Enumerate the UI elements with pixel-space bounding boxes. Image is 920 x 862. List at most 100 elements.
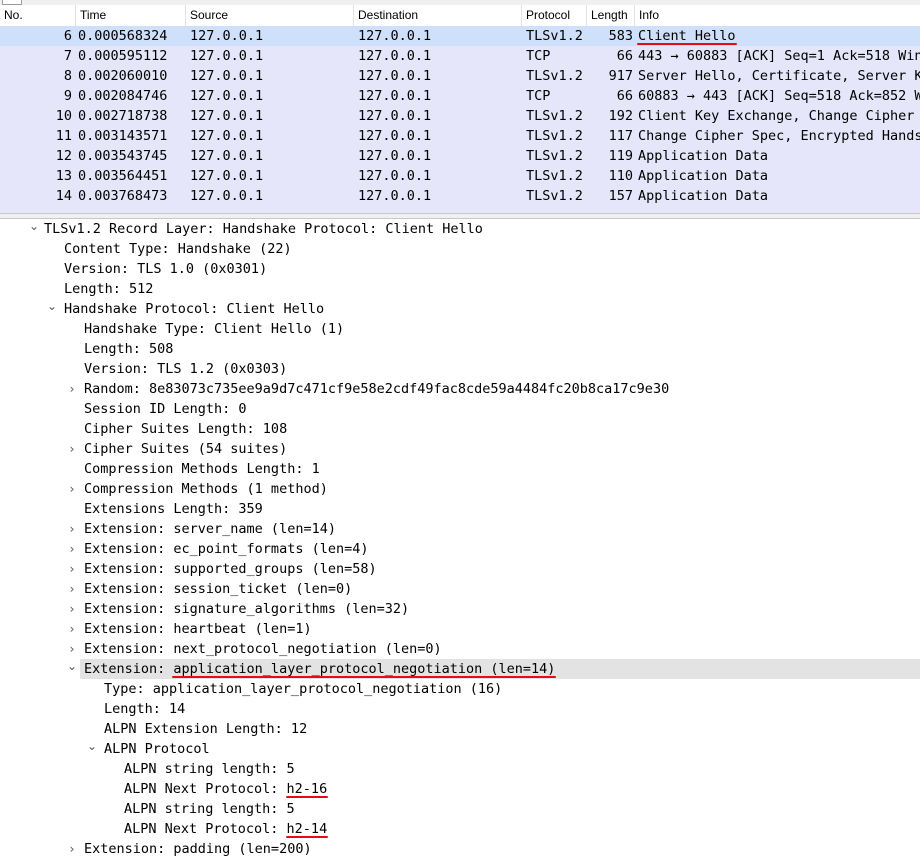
column-header-source[interactable]: Source: [186, 5, 354, 26]
column-header-length[interactable]: Length: [587, 5, 635, 26]
packet-protocol: TLSv1.2: [526, 128, 583, 144]
chevron-right-icon[interactable]: ›: [66, 539, 78, 559]
packet-info: Application Data: [638, 168, 769, 184]
packet-row[interactable]: 10 0.002718738 127.0.0.1 127.0.0.1 TLSv1.2 19…: [0, 106, 920, 126]
tree-item[interactable]: › Extension: heartbeat (len=1): [0, 619, 920, 639]
packet-row[interactable]: 8 0.002060010 127.0.0.1 127.0.0.1 TLSv1.2 917…: [0, 66, 920, 86]
packet-length: 117: [608, 128, 633, 144]
chevron-right-icon[interactable]: ›: [66, 639, 78, 659]
tree-item-label: Extension: supported_groups (len=58): [84, 561, 377, 577]
tree-item[interactable]: › Compression Methods (1 method): [0, 479, 920, 499]
tree-item[interactable]: › Extension: supported_groups (len=58): [0, 559, 920, 579]
tree-item[interactable]: › Extension: signature_algorithms (len=32…: [0, 599, 920, 619]
column-header-destination[interactable]: Destination: [354, 5, 522, 26]
tree-item[interactable]: ALPN string length: 5: [0, 799, 920, 819]
packet-row-partial[interactable]: [0, 206, 920, 213]
packet-row[interactable]: 6 0.000568324 127.0.0.1 127.0.0.1 TLSv1.2 583…: [0, 26, 920, 46]
tree-item[interactable]: Type: application_layer_protocol_negotia…: [0, 679, 920, 699]
chevron-right-icon[interactable]: ›: [66, 599, 78, 619]
tree-item[interactable]: ALPN string length: 5: [0, 759, 920, 779]
packet-length: 66: [616, 88, 633, 104]
chevron-right-icon[interactable]: ›: [66, 439, 78, 459]
tree-item-label: Cipher Suites (54 suites): [84, 441, 288, 457]
red-underline-annotation: [285, 836, 329, 838]
chevron-down-icon[interactable]: ⌄: [66, 659, 78, 679]
chevron-right-icon[interactable]: ›: [66, 519, 78, 539]
column-header-time[interactable]: Time: [76, 5, 186, 26]
packet-destination: 127.0.0.1: [358, 188, 432, 204]
packet-info: Client Key Exchange, Change Cipher S: [638, 108, 920, 124]
packet-source: 127.0.0.1: [190, 188, 264, 204]
tree-item[interactable]: › Extension: ec_point_formats (len=4): [0, 539, 920, 559]
packet-number: 11: [55, 128, 72, 144]
tree-item-label: Extension: heartbeat (len=1): [84, 621, 312, 637]
tree-item[interactable]: Cipher Suites Length: 108: [0, 419, 920, 439]
tree-item-label: Handshake Protocol: Client Hello: [64, 301, 325, 317]
tree-item[interactable]: ⌄ Handshake Protocol: Client Hello: [0, 299, 920, 319]
tree-item[interactable]: › Random: 8e83073c735ee9a9d7c471cf9e58e2c…: [0, 379, 920, 399]
packet-protocol: TLSv1.2: [526, 108, 583, 124]
column-header-no[interactable]: No.: [0, 5, 76, 26]
packet-source: 127.0.0.1: [190, 108, 264, 124]
chevron-down-icon[interactable]: ⌄: [46, 299, 58, 319]
tree-item-label: Type: application_layer_protocol_negotia…: [104, 681, 503, 697]
tree-item[interactable]: › Extension: padding (len=200): [0, 839, 920, 859]
tree-item[interactable]: ⌄ ALPN Protocol: [0, 739, 920, 759]
packet-protocol: TLSv1.2: [526, 148, 583, 164]
chevron-right-icon[interactable]: ›: [66, 479, 78, 499]
tree-item[interactable]: Handshake Type: Client Hello (1): [0, 319, 920, 339]
packet-destination: 127.0.0.1: [358, 148, 432, 164]
tree-item[interactable]: Extensions Length: 359: [0, 499, 920, 519]
tree-item[interactable]: Length: 512: [0, 279, 920, 299]
packet-row[interactable]: 9 0.002084746 127.0.0.1 127.0.0.1 TCP 66 60883…: [0, 86, 920, 106]
tree-item[interactable]: ALPN Next Protocol: h2-14: [0, 819, 920, 839]
packet-length: 583: [608, 28, 633, 44]
tree-item[interactable]: Version: TLS 1.2 (0x0303): [0, 359, 920, 379]
packet-protocol: TLSv1.2: [526, 188, 583, 204]
tree-item-label: Extension: ec_point_formats (len=4): [84, 541, 369, 557]
tree-item[interactable]: ALPN Next Protocol: h2-16: [0, 779, 920, 799]
tree-item[interactable]: ⌄ TLSv1.2 Record Layer: Handshake Protoco…: [0, 219, 920, 239]
tree-item[interactable]: Version: TLS 1.0 (0x0301): [0, 259, 920, 279]
tree-item-label: Extension: signature_algorithms (len=32): [84, 601, 410, 617]
packet-row[interactable]: 13 0.003564451 127.0.0.1 127.0.0.1 TLSv1.2 11…: [0, 166, 920, 186]
packet-number: 8: [63, 68, 72, 84]
tree-item[interactable]: › Extension: server_name (len=14): [0, 519, 920, 539]
packet-info: Server Hello, Certificate, Server Ke: [638, 68, 920, 84]
chevron-right-icon[interactable]: ›: [66, 379, 78, 399]
packet-source: 127.0.0.1: [190, 28, 264, 44]
column-header-info[interactable]: Info: [635, 5, 920, 26]
tree-item[interactable]: Content Type: Handshake (22): [0, 239, 920, 259]
tree-item[interactable]: › Extension: next_protocol_negotiation (l…: [0, 639, 920, 659]
tree-item[interactable]: Compression Methods Length: 1: [0, 459, 920, 479]
packet-length: 917: [608, 68, 633, 84]
packet-time: 0.003768473: [78, 188, 168, 204]
tree-item[interactable]: › Cipher Suites (54 suites): [0, 439, 920, 459]
packet-destination: 127.0.0.1: [358, 48, 432, 64]
tree-item-label: Extension: session_ticket (len=0): [84, 581, 353, 597]
tree-item-label: Length: 508: [84, 341, 174, 357]
tree-item[interactable]: ALPN Extension Length: 12: [0, 719, 920, 739]
packet-rows: 6 0.000568324 127.0.0.1 127.0.0.1 TLSv1.2 583…: [0, 26, 920, 213]
tree-item[interactable]: Length: 14: [0, 699, 920, 719]
chevron-down-icon[interactable]: ⌄: [86, 739, 98, 759]
tree-item[interactable]: Session ID Length: 0: [0, 399, 920, 419]
chevron-right-icon[interactable]: ›: [66, 559, 78, 579]
packet-row[interactable]: 12 0.003543745 127.0.0.1 127.0.0.1 TLSv1.2 11…: [0, 146, 920, 166]
tree-item[interactable]: Length: 508: [0, 339, 920, 359]
packet-source: 127.0.0.1: [190, 88, 264, 104]
tree-item-label: Handshake Type: Client Hello (1): [84, 321, 345, 337]
chevron-right-icon[interactable]: ›: [66, 579, 78, 599]
packet-protocol: TLSv1.2: [526, 68, 583, 84]
chevron-right-icon[interactable]: ›: [66, 619, 78, 639]
packet-time: 0.002718738: [78, 108, 168, 124]
packet-info: Application Data: [638, 148, 769, 164]
packet-row[interactable]: 7 0.000595112 127.0.0.1 127.0.0.1 TCP 66 443 →…: [0, 46, 920, 66]
chevron-right-icon[interactable]: ›: [66, 839, 78, 859]
tree-item[interactable]: › Extension: session_ticket (len=0): [0, 579, 920, 599]
packet-row[interactable]: 14 0.003768473 127.0.0.1 127.0.0.1 TLSv1.2 15…: [0, 186, 920, 206]
packet-length: 110: [608, 168, 633, 184]
column-header-protocol[interactable]: Protocol: [522, 5, 587, 26]
chevron-down-icon[interactable]: ⌄: [28, 219, 40, 239]
packet-row[interactable]: 11 0.003143571 127.0.0.1 127.0.0.1 TLSv1.2 11…: [0, 126, 920, 146]
